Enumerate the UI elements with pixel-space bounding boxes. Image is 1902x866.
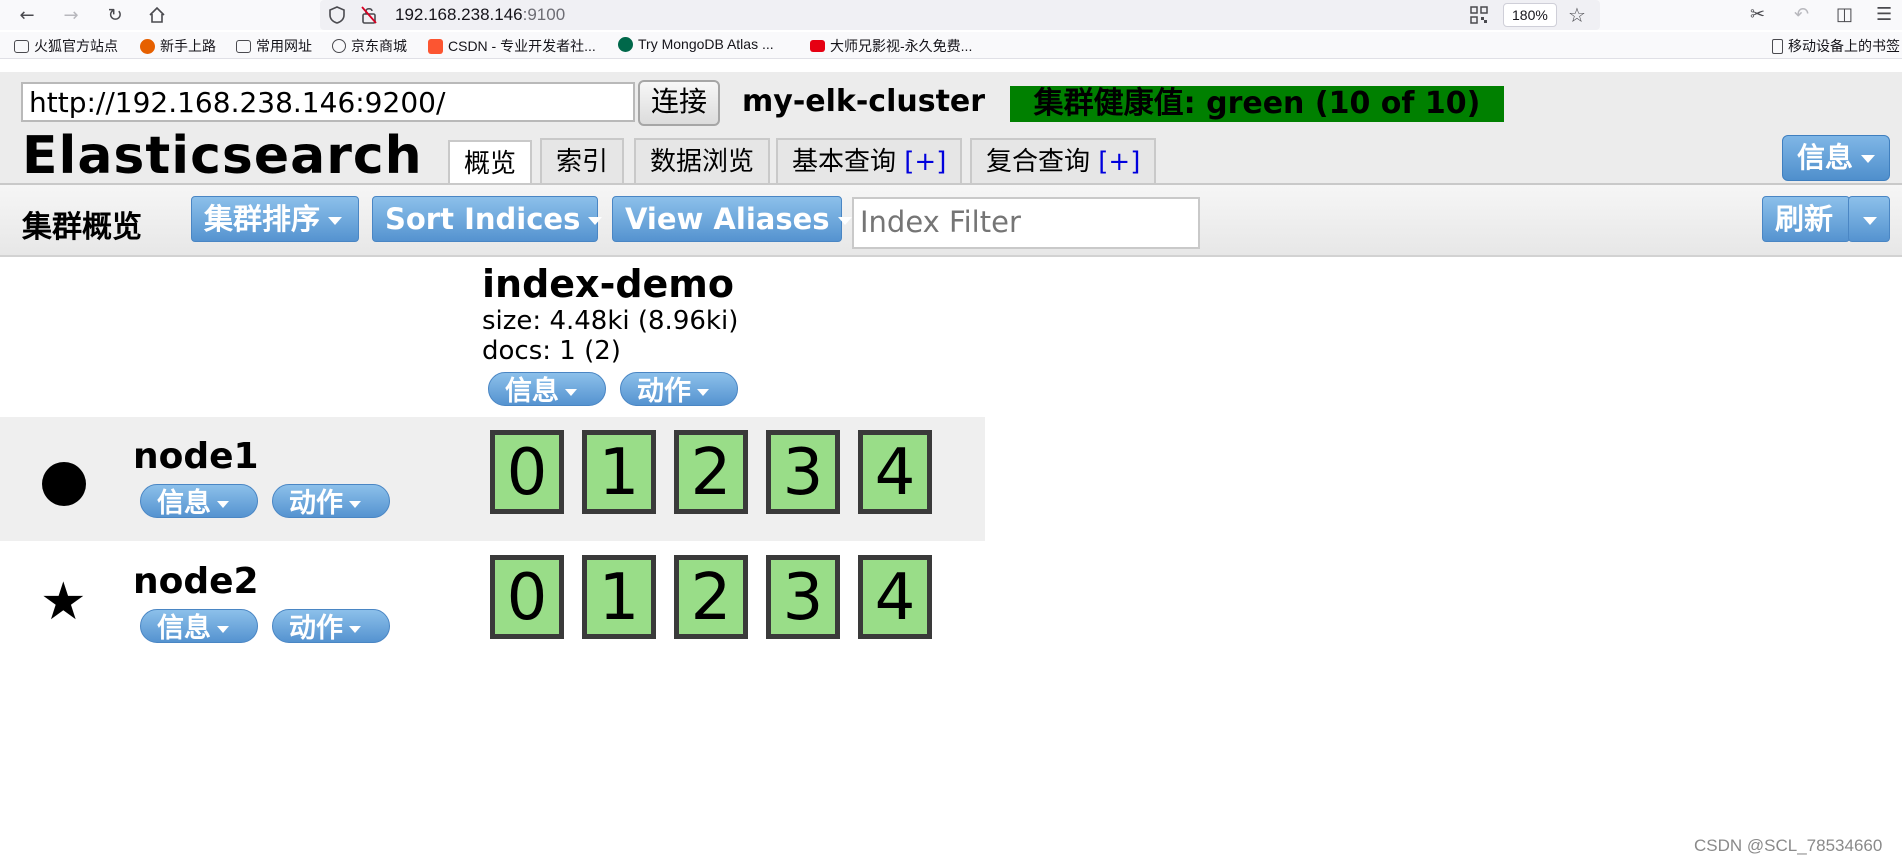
bookmark-item[interactable]: 大师兄影视-永久免费... bbox=[810, 36, 972, 56]
shard-4[interactable]: 4 bbox=[858, 430, 932, 514]
shard-0[interactable]: 0 bbox=[490, 555, 564, 639]
csdn-icon bbox=[428, 38, 443, 54]
index-size: size: 4.48ki (8.96ki) bbox=[482, 306, 739, 336]
movie-site-icon bbox=[810, 40, 825, 52]
menu-icon[interactable]: ☰ bbox=[1876, 4, 1892, 25]
app-title: Elasticsearch bbox=[22, 126, 423, 186]
index-docs: docs: 1 (2) bbox=[482, 336, 621, 366]
folder-icon bbox=[236, 39, 251, 53]
browser-toolbar: ← → ↻ 192.168.238.146:9100 180% ☆ ✂ ↶ ◫ … bbox=[0, 0, 1902, 30]
crop-icon[interactable]: ✂ bbox=[1750, 4, 1765, 25]
bookmark-item[interactable]: 火狐官方站点 bbox=[14, 36, 118, 56]
firefox-icon bbox=[140, 38, 155, 54]
index-action-button[interactable]: 动作 bbox=[620, 372, 738, 406]
home-icon[interactable] bbox=[144, 3, 170, 27]
chevron-down-icon bbox=[1863, 217, 1877, 225]
mongodb-icon bbox=[618, 36, 633, 52]
chevron-down-icon bbox=[565, 389, 577, 396]
tab-compound-query[interactable]: 复合查询 [+] bbox=[970, 138, 1157, 184]
tab-overview[interactable]: 概览 bbox=[448, 140, 533, 185]
sort-indices-button[interactable]: Sort Indices bbox=[372, 196, 603, 242]
info-menu-button[interactable]: 信息 bbox=[1782, 135, 1890, 181]
tab-browser[interactable]: 数据浏览 bbox=[634, 138, 771, 184]
connection-url-input[interactable]: http://192.168.238.146:9200/ bbox=[21, 82, 635, 122]
chevron-down-icon bbox=[328, 217, 343, 225]
bookmarks-bar: 火狐官方站点 新手上路 常用网址 京东商城 CSDN - 专业开发者社... T… bbox=[0, 32, 1902, 59]
chevron-down-icon bbox=[349, 626, 361, 633]
tab-indices[interactable]: 索引 bbox=[540, 138, 625, 184]
bookmark-item[interactable]: 新手上路 bbox=[140, 36, 216, 56]
extensions-icon[interactable]: ◫ bbox=[1836, 4, 1853, 25]
index-name: index-demo bbox=[482, 262, 735, 306]
shard-2[interactable]: 2 bbox=[674, 555, 748, 639]
section-title: 集群概览 bbox=[22, 210, 142, 245]
shard-3[interactable]: 3 bbox=[766, 555, 840, 639]
chevron-down-icon bbox=[1861, 155, 1876, 163]
tab-basic-query[interactable]: 基本查询 [+] bbox=[776, 138, 963, 184]
node-action-button[interactable]: 动作 bbox=[272, 484, 390, 518]
globe-icon bbox=[332, 39, 346, 53]
refresh-button[interactable]: 刷新 bbox=[1762, 196, 1850, 242]
mobile-device-icon bbox=[1772, 38, 1783, 54]
chevron-down-icon bbox=[697, 389, 709, 396]
bookmark-star-icon[interactable]: ☆ bbox=[1568, 3, 1586, 27]
back-icon[interactable]: ← bbox=[14, 3, 40, 27]
shard-4[interactable]: 4 bbox=[858, 555, 932, 639]
chevron-down-icon bbox=[588, 217, 603, 225]
shard-1[interactable]: 1 bbox=[582, 430, 656, 514]
shard-3[interactable]: 3 bbox=[766, 430, 840, 514]
chevron-down-icon bbox=[217, 626, 229, 633]
bookmark-item[interactable]: Try MongoDB Atlas ... bbox=[618, 36, 774, 52]
chevron-down-icon bbox=[349, 501, 361, 508]
undo-icon[interactable]: ↶ bbox=[1794, 4, 1809, 25]
star-icon: ★ bbox=[40, 572, 87, 632]
node-action-button[interactable]: 动作 bbox=[272, 609, 390, 643]
url-bar[interactable]: 192.168.238.146:9100 180% ☆ bbox=[320, 0, 1600, 30]
bookmark-item[interactable]: CSDN - 专业开发者社... bbox=[428, 36, 596, 56]
connect-button[interactable]: 连接 bbox=[638, 80, 720, 126]
watermark: CSDN @SCL_78534660 bbox=[1694, 836, 1883, 855]
reload-icon[interactable]: ↻ bbox=[102, 3, 128, 27]
bookmark-item[interactable]: 常用网址 bbox=[236, 36, 312, 56]
node-name: node1 bbox=[133, 436, 259, 477]
shard-2[interactable]: 2 bbox=[674, 430, 748, 514]
chevron-down-icon bbox=[217, 501, 229, 508]
bookmark-item[interactable]: 京东商城 bbox=[332, 36, 407, 56]
insecure-lock-icon[interactable] bbox=[360, 5, 378, 29]
index-filter-input[interactable]: Index Filter bbox=[852, 197, 1200, 249]
folder-icon bbox=[14, 39, 29, 53]
cluster-sort-button[interactable]: 集群排序 bbox=[191, 196, 359, 242]
master-node-icon bbox=[42, 462, 86, 506]
node-info-button[interactable]: 信息 bbox=[140, 609, 258, 643]
forward-icon[interactable]: → bbox=[58, 3, 84, 27]
index-info-button[interactable]: 信息 bbox=[488, 372, 606, 406]
chevron-down-icon bbox=[837, 217, 852, 225]
shard-0[interactable]: 0 bbox=[490, 430, 564, 514]
view-aliases-button[interactable]: View Aliases bbox=[612, 196, 852, 242]
shard-1[interactable]: 1 bbox=[582, 555, 656, 639]
mobile-bookmarks[interactable]: 移动设备上的书签 bbox=[1772, 36, 1900, 56]
refresh-options-button[interactable] bbox=[1848, 196, 1890, 242]
cluster-health-badge: 集群健康值: green (10 of 10) bbox=[1010, 86, 1504, 122]
zoom-indicator[interactable]: 180% bbox=[1503, 3, 1557, 27]
shield-icon[interactable] bbox=[328, 5, 346, 29]
node-info-button[interactable]: 信息 bbox=[140, 484, 258, 518]
url-text[interactable]: 192.168.238.146:9100 bbox=[395, 5, 565, 25]
cluster-name: my-elk-cluster bbox=[742, 84, 986, 119]
node-name: node2 bbox=[133, 561, 259, 602]
qr-code-icon[interactable] bbox=[1470, 6, 1488, 28]
